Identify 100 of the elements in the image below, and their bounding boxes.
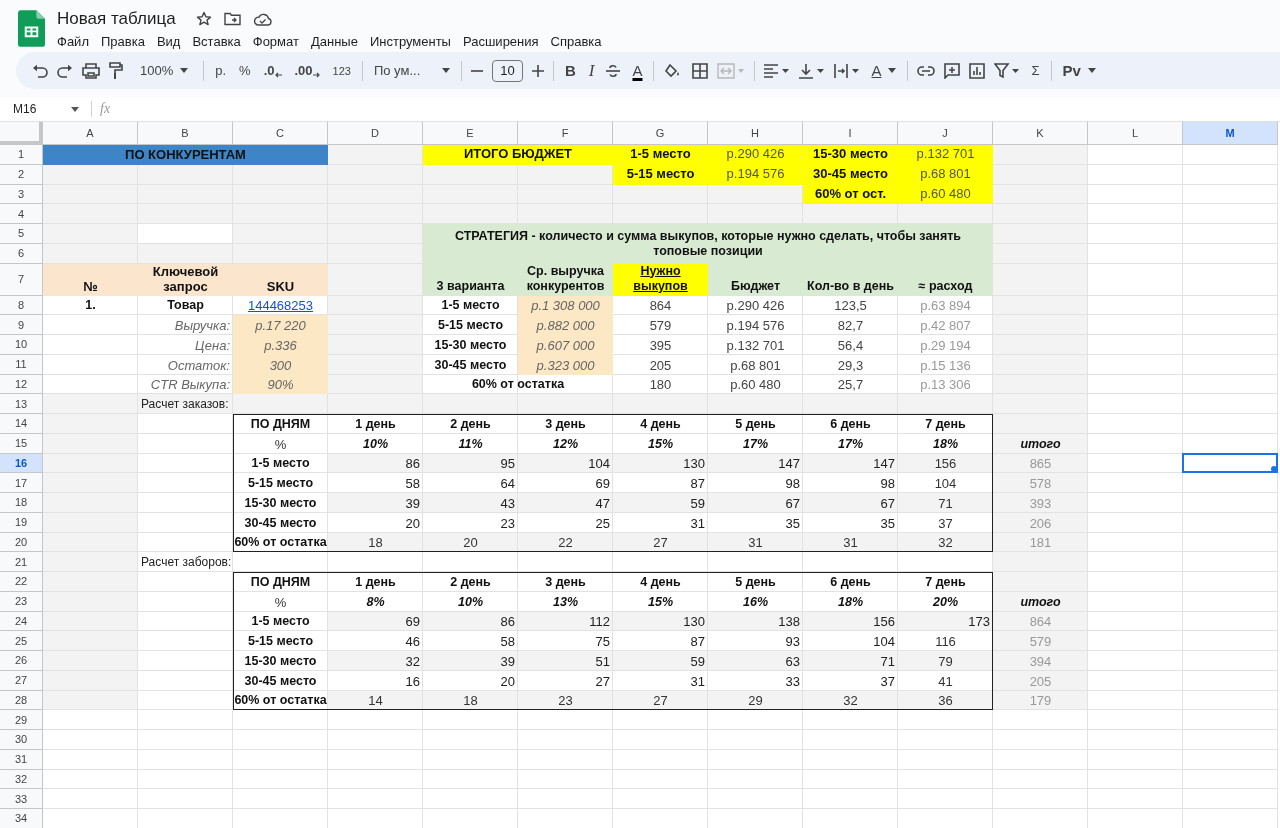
column-header[interactable]: I <box>803 122 898 145</box>
functions-button[interactable]: Σ <box>1029 63 1042 78</box>
row-header[interactable]: 30 <box>0 730 43 750</box>
row-header[interactable]: 6 <box>0 243 43 264</box>
cell-link[interactable]: 144468253 <box>233 295 328 316</box>
print-icon[interactable] <box>82 62 100 79</box>
table-cell-text: 3 день <box>544 415 587 433</box>
row-header[interactable]: 18 <box>0 493 43 513</box>
cloud-icon[interactable] <box>252 12 272 26</box>
folder-icon[interactable] <box>223 12 241 26</box>
table-cell-text: 14 <box>367 692 384 711</box>
text-wrap-icon[interactable] <box>834 63 861 78</box>
row-header[interactable]: 31 <box>0 749 43 770</box>
row-header[interactable]: 25 <box>0 631 43 651</box>
row-header[interactable]: 11 <box>0 354 43 375</box>
column-header[interactable]: A <box>43 122 138 145</box>
minus-icon[interactable] <box>470 69 483 72</box>
menu-item[interactable]: Расширения <box>456 33 545 50</box>
table-cell-text: ПО ДНЯМ <box>249 573 312 591</box>
table-cell-text: 13% <box>552 593 579 611</box>
column-header[interactable]: F <box>518 122 613 145</box>
redo-icon[interactable] <box>57 63 73 78</box>
input-tools-dropdown[interactable]: Рv <box>1060 62 1098 79</box>
text-rotation-button[interactable]: A <box>869 62 899 79</box>
number-format-button[interactable]: 123 <box>330 64 353 77</box>
document-title[interactable]: Новая таблица <box>57 9 176 29</box>
row-header[interactable]: 21 <box>0 552 43 572</box>
increase-decimals-button[interactable]: .00 <box>292 63 322 78</box>
font-dropdown[interactable]: По ум... <box>371 63 452 78</box>
spreadsheet-logo-icon[interactable] <box>18 10 45 47</box>
menu-item[interactable]: Инструменты <box>363 33 457 50</box>
caret-icon[interactable] <box>71 106 79 112</box>
row-header[interactable]: 2 <box>0 164 43 185</box>
column-header[interactable]: D <box>328 122 423 145</box>
strikethrough-icon[interactable] <box>605 63 622 78</box>
row-header[interactable]: 5 <box>0 224 43 244</box>
row-header[interactable]: 16 <box>0 453 43 474</box>
link-icon[interactable] <box>917 65 936 76</box>
row-header[interactable]: 10 <box>0 335 43 355</box>
row-header[interactable]: 29 <box>0 710 43 730</box>
column-header[interactable]: M <box>1183 122 1278 145</box>
menu-item[interactable]: Данные <box>304 33 364 50</box>
table-cell-text: 864 <box>1028 613 1053 632</box>
row-header[interactable]: 15 <box>0 433 43 454</box>
menu-item[interactable]: Файл <box>51 33 95 50</box>
column-header[interactable]: E <box>423 122 518 145</box>
text-color-button[interactable]: A <box>630 62 645 79</box>
row-header[interactable]: 8 <box>0 295 43 316</box>
plus-icon[interactable] <box>531 64 544 77</box>
column-header[interactable]: H <box>708 122 803 145</box>
column-header[interactable]: G <box>613 122 708 145</box>
column-header[interactable]: B <box>138 122 233 145</box>
row-header[interactable]: 7 <box>0 263 43 296</box>
table-cell-text: 104 <box>587 455 611 474</box>
menu-item[interactable]: Формат <box>246 33 305 50</box>
row-header[interactable]: 32 <box>0 769 43 790</box>
align-left-icon[interactable] <box>764 63 791 78</box>
row-header[interactable]: 28 <box>0 690 43 711</box>
percent-button[interactable]: % <box>237 63 253 78</box>
menu-item[interactable]: Справка <box>544 33 608 50</box>
row-header[interactable]: 22 <box>0 572 43 592</box>
comment-icon[interactable] <box>944 62 961 79</box>
row-header[interactable]: 14 <box>0 414 43 434</box>
row-header[interactable]: 13 <box>0 394 43 414</box>
undo-icon[interactable] <box>32 63 48 78</box>
column-header[interactable]: J <box>898 122 993 145</box>
row-header[interactable]: 20 <box>0 532 43 553</box>
name-box[interactable]: M16 <box>0 102 71 116</box>
row-header[interactable]: 26 <box>0 651 43 671</box>
paint-format-icon[interactable] <box>109 61 123 80</box>
decrease-decimals-button[interactable]: .0 <box>261 63 284 78</box>
row-header[interactable]: 27 <box>0 670 43 691</box>
row-header[interactable]: 34 <box>0 809 43 828</box>
row-header[interactable]: 3 <box>0 184 43 205</box>
align-bottom-icon[interactable] <box>799 62 826 79</box>
filter-icon[interactable] <box>994 62 1021 79</box>
row-header[interactable]: 33 <box>0 789 43 809</box>
zoom-dropdown[interactable]: 100% <box>138 63 191 78</box>
column-header[interactable]: K <box>993 122 1088 145</box>
table-cell-text: 147 <box>872 455 896 474</box>
currency-button[interactable]: р. <box>213 63 229 78</box>
column-header[interactable]: L <box>1088 122 1183 145</box>
font-size-field[interactable]: 10 <box>491 59 523 82</box>
row-header[interactable]: 1 <box>0 145 43 165</box>
row-header[interactable]: 9 <box>0 315 43 335</box>
italic-button[interactable]: I <box>586 60 597 81</box>
borders-icon[interactable] <box>692 62 709 79</box>
menu-item[interactable]: Вставка <box>186 33 247 50</box>
bold-button[interactable]: B <box>562 62 578 79</box>
star-icon[interactable] <box>195 11 212 27</box>
row-header[interactable]: 17 <box>0 473 43 493</box>
row-header[interactable]: 24 <box>0 611 43 632</box>
row-header[interactable]: 12 <box>0 374 43 395</box>
column-header[interactable]: C <box>233 122 328 145</box>
row-header[interactable]: 23 <box>0 591 43 612</box>
menu-item[interactable]: Вид <box>150 33 187 50</box>
row-header[interactable]: 19 <box>0 512 43 533</box>
chart-icon[interactable] <box>969 62 986 79</box>
menu-item[interactable]: Правка <box>94 33 151 50</box>
row-header[interactable]: 4 <box>0 204 43 224</box>
